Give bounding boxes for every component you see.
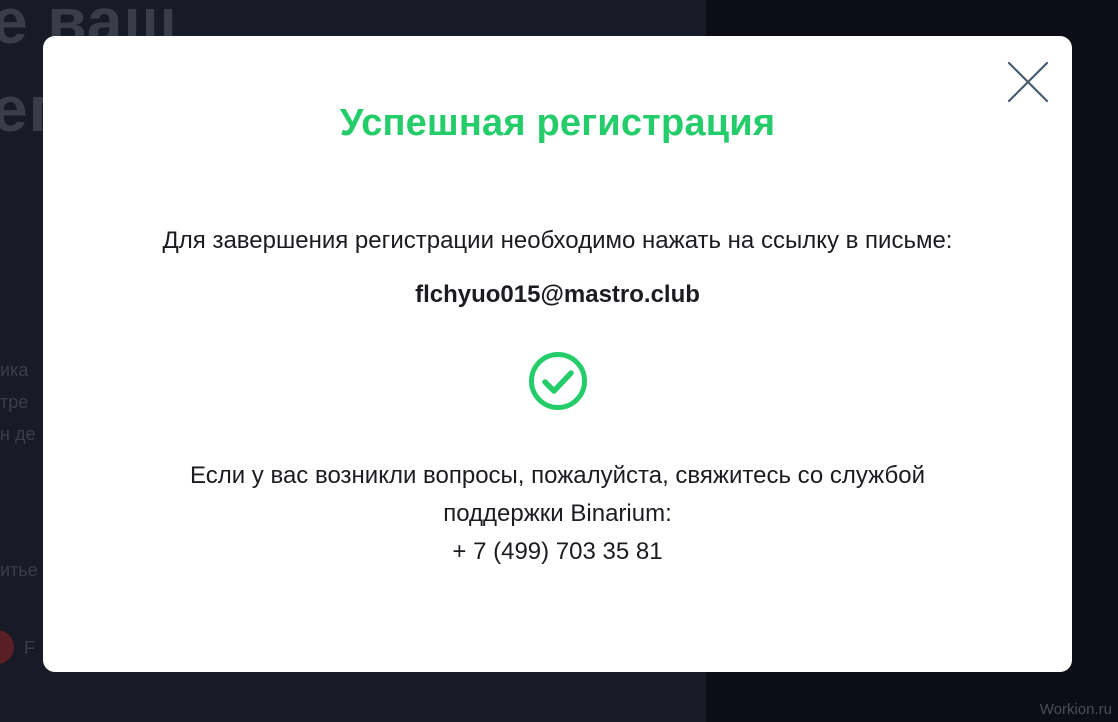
background-text: ика xyxy=(0,360,29,380)
background-text: тре xyxy=(0,392,29,412)
background-flag-icon xyxy=(0,630,14,664)
support-phone: + 7 (499) 703 35 81 xyxy=(452,538,663,565)
registration-success-modal: Успешная регистрация Для завершения реги… xyxy=(43,36,1072,672)
background-text: н де xyxy=(0,424,36,444)
support-info: Если у вас возникли вопросы, пожалуйста,… xyxy=(43,457,1072,571)
instruction-text: Для завершения регистрации необходимо на… xyxy=(162,227,953,254)
support-text: поддержки Binarium: xyxy=(443,500,672,527)
email-address: flchyuo015@mastro.club xyxy=(415,281,700,308)
close-icon xyxy=(1007,61,1049,103)
close-button[interactable] xyxy=(1006,60,1050,104)
watermark: Workion.ru xyxy=(1039,701,1112,718)
support-text: Если у вас возникли вопросы, пожалуйста,… xyxy=(189,462,925,489)
background-text: итье xyxy=(0,560,38,580)
background-text: F xyxy=(24,638,35,658)
checkmark-circle-icon xyxy=(529,352,587,410)
modal-title: Успешная регистрация xyxy=(339,102,776,144)
